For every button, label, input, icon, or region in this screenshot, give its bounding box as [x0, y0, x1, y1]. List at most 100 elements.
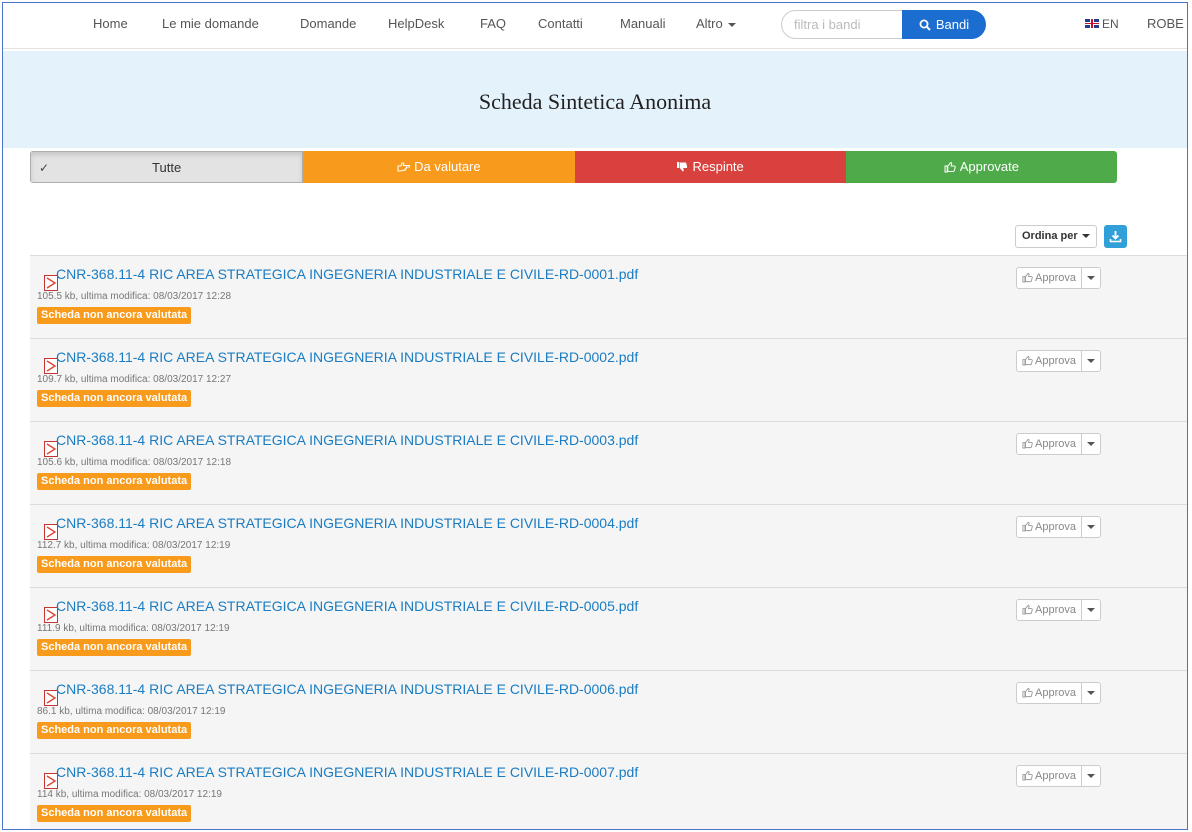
approve-button[interactable]: Approva	[1017, 268, 1082, 288]
sort-dropdown-button[interactable]: Ordina per	[1015, 225, 1097, 248]
approve-button[interactable]: Approva	[1017, 434, 1082, 454]
chevron-down-icon	[1086, 275, 1095, 280]
nav-helpdesk[interactable]: HelpDesk	[388, 16, 444, 31]
file-name: CNR-368.11-4 RIC AREA STRATEGICA INGEGNE…	[56, 598, 639, 614]
nav-altro-label: Altro	[696, 16, 723, 31]
file-name: CNR-368.11-4 RIC AREA STRATEGICA INGEGNE…	[56, 432, 639, 448]
approve-dropdown-toggle[interactable]	[1082, 683, 1100, 703]
file-name: CNR-368.11-4 RIC AREA STRATEGICA INGEGNE…	[56, 681, 639, 697]
thumbs-up-icon	[1022, 272, 1033, 283]
search-button-label: Bandi	[935, 17, 970, 32]
approve-label: Approva	[1035, 687, 1076, 699]
status-badge: Scheda non ancora valutata	[37, 473, 192, 490]
thumbs-up-icon	[1022, 438, 1033, 449]
list-item: CNR-368.11-4 RIC AREA STRATEGICA INGEGNE…	[30, 504, 1187, 587]
list-item: CNR-368.11-4 RIC AREA STRATEGICA INGEGNE…	[30, 753, 1187, 829]
browser-viewport: Home Le mie domande Domande HelpDesk FAQ…	[2, 2, 1188, 830]
page-header: Scheda Sintetica Anonima	[3, 51, 1187, 148]
search-icon	[919, 19, 931, 31]
file-meta: 112.7 kb, ultima modifica: 08/03/2017 12…	[37, 540, 231, 551]
search-input[interactable]	[781, 10, 907, 39]
approve-dropdown-toggle[interactable]	[1082, 351, 1100, 371]
nav-home[interactable]: Home	[93, 16, 128, 31]
chevron-down-icon	[1086, 773, 1095, 778]
language-label: EN	[1102, 17, 1119, 31]
approve-button[interactable]: Approva	[1017, 351, 1082, 371]
download-button[interactable]	[1104, 225, 1127, 248]
nav-contatti[interactable]: Contatti	[538, 16, 583, 31]
language-switch[interactable]: EN	[1085, 17, 1119, 31]
chevron-down-icon	[1086, 690, 1095, 695]
user-menu[interactable]: ROBE	[1147, 16, 1184, 31]
approve-button[interactable]: Approva	[1017, 600, 1082, 620]
approve-label: Approva	[1035, 355, 1076, 367]
list-item: CNR-368.11-4 RIC AREA STRATEGICA INGEGNE…	[30, 670, 1187, 753]
hand-point-right-icon	[397, 162, 411, 172]
file-meta: 105.5 kb, ultima modifica: 08/03/2017 12…	[37, 291, 232, 302]
thumbs-up-icon	[1022, 770, 1033, 781]
chevron-down-icon	[1086, 524, 1095, 529]
file-list: CNR-368.11-4 RIC AREA STRATEGICA INGEGNE…	[30, 255, 1187, 829]
tab-respinte[interactable]: Respinte	[574, 151, 846, 183]
search-bandi-button[interactable]: Bandi	[902, 10, 986, 39]
thumbs-up-icon	[1022, 521, 1033, 532]
approve-button[interactable]: Approva	[1017, 683, 1082, 703]
check-icon: ✓	[39, 161, 50, 175]
nav-domande[interactable]: Domande	[300, 16, 356, 31]
approve-dropdown-toggle[interactable]	[1082, 268, 1100, 288]
list-item: CNR-368.11-4 RIC AREA STRATEGICA INGEGNE…	[30, 255, 1187, 338]
file-name: CNR-368.11-4 RIC AREA STRATEGICA INGEGNE…	[56, 515, 639, 531]
file-name: CNR-368.11-4 RIC AREA STRATEGICA INGEGNE…	[56, 764, 639, 780]
nav-altro-dropdown[interactable]: Altro	[696, 16, 736, 31]
thumbs-up-icon	[944, 161, 956, 173]
page-title: Scheda Sintetica Anonima	[478, 89, 712, 114]
uk-flag-icon	[1085, 19, 1099, 28]
thumbs-down-icon	[677, 162, 688, 172]
thumbs-up-icon	[1022, 355, 1033, 366]
tab-da-valutare[interactable]: Da valutare	[303, 151, 575, 183]
approve-button-group: Approva	[1016, 599, 1101, 621]
status-badge: Scheda non ancora valutata	[37, 639, 192, 656]
approve-button-group: Approva	[1016, 765, 1101, 787]
approve-button-group: Approva	[1016, 682, 1101, 704]
tab-tutte[interactable]: ✓ Tutte	[30, 151, 304, 183]
file-name: CNR-368.11-4 RIC AREA STRATEGICA INGEGNE…	[56, 266, 639, 282]
filter-tabs: ✓ Tutte Da valutare Respinte Approvate	[30, 151, 1117, 183]
chevron-down-icon	[727, 22, 736, 27]
approve-button[interactable]: Approva	[1017, 766, 1082, 786]
file-meta: 111.9 kb, ultima modifica: 08/03/2017 12…	[37, 623, 230, 634]
list-item: CNR-368.11-4 RIC AREA STRATEGICA INGEGNE…	[30, 587, 1187, 670]
status-badge: Scheda non ancora valutata	[37, 307, 192, 324]
approve-button-group: Approva	[1016, 433, 1101, 455]
nav-le-mie-domande[interactable]: Le mie domande	[162, 16, 259, 31]
file-meta: 114 kb, ultima modifica: 08/03/2017 12:1…	[37, 789, 222, 800]
top-navbar: Home Le mie domande Domande HelpDesk FAQ…	[3, 3, 1187, 49]
status-badge: Scheda non ancora valutata	[37, 390, 192, 407]
approve-dropdown-toggle[interactable]	[1082, 766, 1100, 786]
status-badge: Scheda non ancora valutata	[37, 805, 192, 822]
chevron-down-icon	[1081, 234, 1090, 239]
thumbs-up-icon	[1022, 604, 1033, 615]
sort-label: Ordina per	[1022, 230, 1078, 242]
thumbs-up-icon	[1022, 687, 1033, 698]
approve-button-group: Approva	[1016, 350, 1101, 372]
list-item: CNR-368.11-4 RIC AREA STRATEGICA INGEGNE…	[30, 338, 1187, 421]
file-meta: 109.7 kb, ultima modifica: 08/03/2017 12…	[37, 374, 232, 385]
approve-label: Approva	[1035, 604, 1076, 616]
tab-da-valutare-label: Da valutare	[414, 159, 481, 174]
approve-dropdown-toggle[interactable]	[1082, 600, 1100, 620]
approve-button[interactable]: Approva	[1017, 517, 1082, 537]
file-name: CNR-368.11-4 RIC AREA STRATEGICA INGEGNE…	[56, 349, 639, 365]
approve-label: Approva	[1035, 521, 1076, 533]
status-badge: Scheda non ancora valutata	[37, 556, 192, 573]
nav-manuali[interactable]: Manuali	[620, 16, 666, 31]
download-icon	[1109, 231, 1122, 243]
chevron-down-icon	[1086, 358, 1095, 363]
nav-faq[interactable]: FAQ	[480, 16, 506, 31]
approve-label: Approva	[1035, 438, 1076, 450]
tab-approvate[interactable]: Approvate	[845, 151, 1117, 183]
approve-dropdown-toggle[interactable]	[1082, 517, 1100, 537]
approve-dropdown-toggle[interactable]	[1082, 434, 1100, 454]
approve-label: Approva	[1035, 272, 1076, 284]
tab-tutte-label: Tutte	[152, 160, 182, 175]
